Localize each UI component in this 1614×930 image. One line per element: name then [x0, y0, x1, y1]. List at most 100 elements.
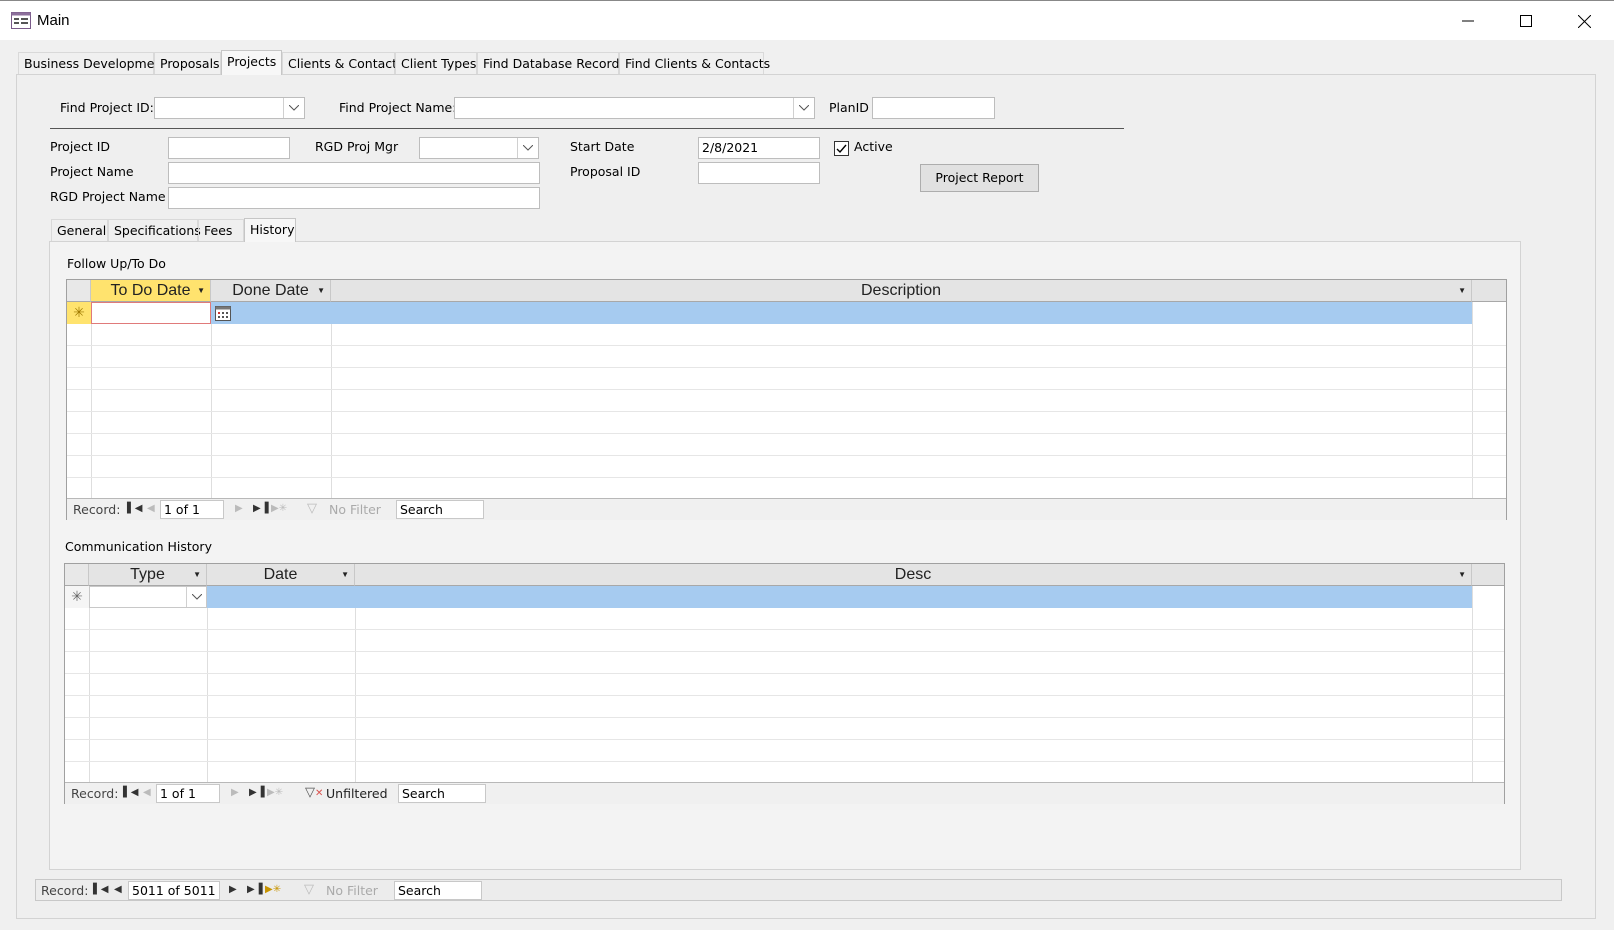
new-record-nav-icon[interactable]: ▶✳ — [265, 884, 281, 895]
col-type[interactable]: Type ▼ — [89, 564, 207, 586]
last-record-icon[interactable]: ▶▐ — [253, 503, 268, 514]
find-project-name-combo[interactable] — [454, 97, 815, 119]
sort-arrow-icon[interactable]: ▼ — [341, 564, 349, 586]
rgd-project-name-input[interactable] — [168, 187, 540, 209]
chevron-down-icon[interactable] — [283, 98, 304, 118]
filter-status[interactable]: No Filter — [329, 502, 381, 517]
search-input[interactable]: Search — [398, 784, 486, 803]
tab-find-database-records[interactable]: Find Database Records — [477, 52, 626, 74]
todo-date-cell[interactable] — [91, 302, 211, 324]
grid-line — [65, 695, 1504, 696]
grid-line — [65, 717, 1504, 718]
first-record-icon[interactable]: ▌◀ — [123, 787, 138, 798]
col-date[interactable]: Date ▼ — [207, 564, 355, 586]
grid-line — [65, 651, 1504, 652]
record-position-input[interactable]: 5011 of 5011 — [128, 881, 220, 900]
filter-clear-icon[interactable]: ▽✕ — [305, 785, 323, 800]
project-name-input[interactable] — [168, 162, 540, 184]
filter-icon[interactable]: ▽ — [304, 882, 314, 897]
tab-history[interactable]: History — [244, 218, 296, 242]
prev-record-icon[interactable]: ◀ — [114, 884, 122, 895]
record-position-input[interactable]: 1 of 1 — [160, 500, 224, 519]
filter-status[interactable]: No Filter — [326, 883, 378, 898]
selected-row[interactable] — [211, 302, 1472, 324]
tab-clients-contacts[interactable]: Clients & Contacts — [282, 52, 404, 74]
grid-line — [67, 477, 1506, 478]
followup-datasheet[interactable]: To Do Date ▼ Done Date ▼ Description ▼ ✳ Re… — [66, 279, 1507, 520]
maximize-button[interactable] — [1497, 1, 1555, 41]
col-description[interactable]: Description ▼ — [331, 280, 1472, 302]
next-record-icon[interactable]: ▶ — [235, 503, 243, 514]
last-record-icon[interactable]: ▶▐ — [249, 787, 264, 798]
sort-arrow-icon[interactable]: ▼ — [1458, 564, 1466, 586]
comm-history-datasheet[interactable]: Type ▼ Date ▼ Desc ▼ ✳ Record: ▌◀ ◀ 1 of 1 … — [64, 563, 1505, 804]
sort-arrow-icon[interactable]: ▼ — [193, 564, 201, 586]
col-todo-date[interactable]: To Do Date ▼ — [91, 280, 211, 302]
tab-general[interactable]: General — [51, 219, 108, 241]
prev-record-icon[interactable]: ◀ — [147, 503, 155, 514]
new-record-icon[interactable]: ✳ — [65, 586, 89, 608]
grid-line — [67, 455, 1506, 456]
close-button[interactable] — [1555, 1, 1613, 41]
grid-line — [67, 345, 1506, 346]
chevron-down-icon[interactable] — [186, 587, 206, 607]
col-done-date[interactable]: Done Date ▼ — [211, 280, 331, 302]
sort-arrow-icon[interactable]: ▼ — [1458, 280, 1466, 302]
followup-title: Follow Up/To Do — [67, 256, 166, 271]
start-date-label: Start Date — [570, 139, 635, 154]
col-date-label: Date — [263, 566, 298, 583]
tab-find-clients-contacts[interactable]: Find Clients & Contacts — [619, 52, 770, 74]
next-record-icon[interactable]: ▶ — [229, 884, 237, 895]
selected-row[interactable] — [207, 586, 1472, 608]
filter-status[interactable]: Unfiltered — [326, 786, 388, 801]
select-all-corner[interactable] — [67, 280, 91, 302]
search-input[interactable]: Search — [394, 881, 482, 900]
minimize-button[interactable] — [1439, 1, 1497, 41]
project-report-button[interactable]: Project Report — [920, 164, 1039, 192]
grid-line — [67, 367, 1506, 368]
tab-business-development[interactable]: Business Development — [18, 52, 167, 74]
comm-record-nav: Record: ▌◀ ◀ 1 of 1 ▶ ▶▐ ▶✳ ▽✕ Unfiltere… — [65, 782, 1504, 804]
new-record-icon[interactable]: ✳ — [67, 302, 91, 324]
record-label: Record: — [71, 786, 119, 801]
find-project-id-combo[interactable] — [154, 97, 305, 119]
grid-line — [211, 324, 212, 500]
proposal-id-input[interactable] — [698, 162, 820, 184]
chevron-down-icon[interactable] — [793, 98, 814, 118]
tab-proposals[interactable]: Proposals — [154, 52, 221, 74]
chevron-down-icon[interactable] — [517, 138, 538, 158]
select-all-corner[interactable] — [65, 564, 89, 586]
first-record-icon[interactable]: ▌◀ — [127, 503, 142, 514]
planid-input[interactable] — [872, 97, 995, 119]
new-record-nav-icon[interactable]: ▶✳ — [267, 787, 283, 798]
record-position-input[interactable]: 1 of 1 — [156, 784, 220, 803]
project-id-input[interactable] — [168, 137, 290, 159]
proposal-id-label: Proposal ID — [570, 164, 641, 179]
sort-arrow-icon[interactable]: ▼ — [317, 280, 325, 302]
last-record-icon[interactable]: ▶▐ — [247, 884, 262, 895]
first-record-icon[interactable]: ▌◀ — [93, 884, 108, 895]
calendar-icon[interactable] — [215, 306, 231, 321]
window-title: Main — [37, 12, 70, 29]
planid-label: PlanID — [829, 100, 869, 115]
tab-projects[interactable]: Projects — [221, 50, 282, 75]
prev-record-icon[interactable]: ◀ — [143, 787, 151, 798]
type-combo-cell[interactable] — [89, 586, 207, 608]
next-record-icon[interactable]: ▶ — [231, 787, 239, 798]
active-checkbox[interactable] — [834, 141, 849, 156]
start-date-input[interactable]: 2/8/2021 — [698, 137, 820, 159]
tab-fees[interactable]: Fees — [198, 219, 244, 241]
new-record-nav-icon[interactable]: ▶✳ — [271, 503, 287, 514]
rgd-proj-mgr-combo[interactable] — [419, 137, 539, 159]
sort-arrow-icon[interactable]: ▼ — [197, 280, 205, 302]
tab-client-types[interactable]: Client Types — [395, 52, 477, 74]
grid-line — [65, 761, 1504, 762]
tab-specifications[interactable]: Specifications — [108, 219, 201, 241]
close-icon — [1577, 14, 1591, 28]
record-label: Record: — [41, 883, 89, 898]
filter-icon[interactable]: ▽ — [307, 501, 317, 516]
col-done-date-label: Done Date — [232, 282, 309, 299]
col-desc[interactable]: Desc ▼ — [355, 564, 1472, 586]
main-record-nav: Record: ▌◀ ◀ 5011 of 5011 ▶ ▶▐ ▶✳ ▽ No F… — [35, 879, 1562, 901]
search-input[interactable]: Search — [396, 500, 484, 519]
